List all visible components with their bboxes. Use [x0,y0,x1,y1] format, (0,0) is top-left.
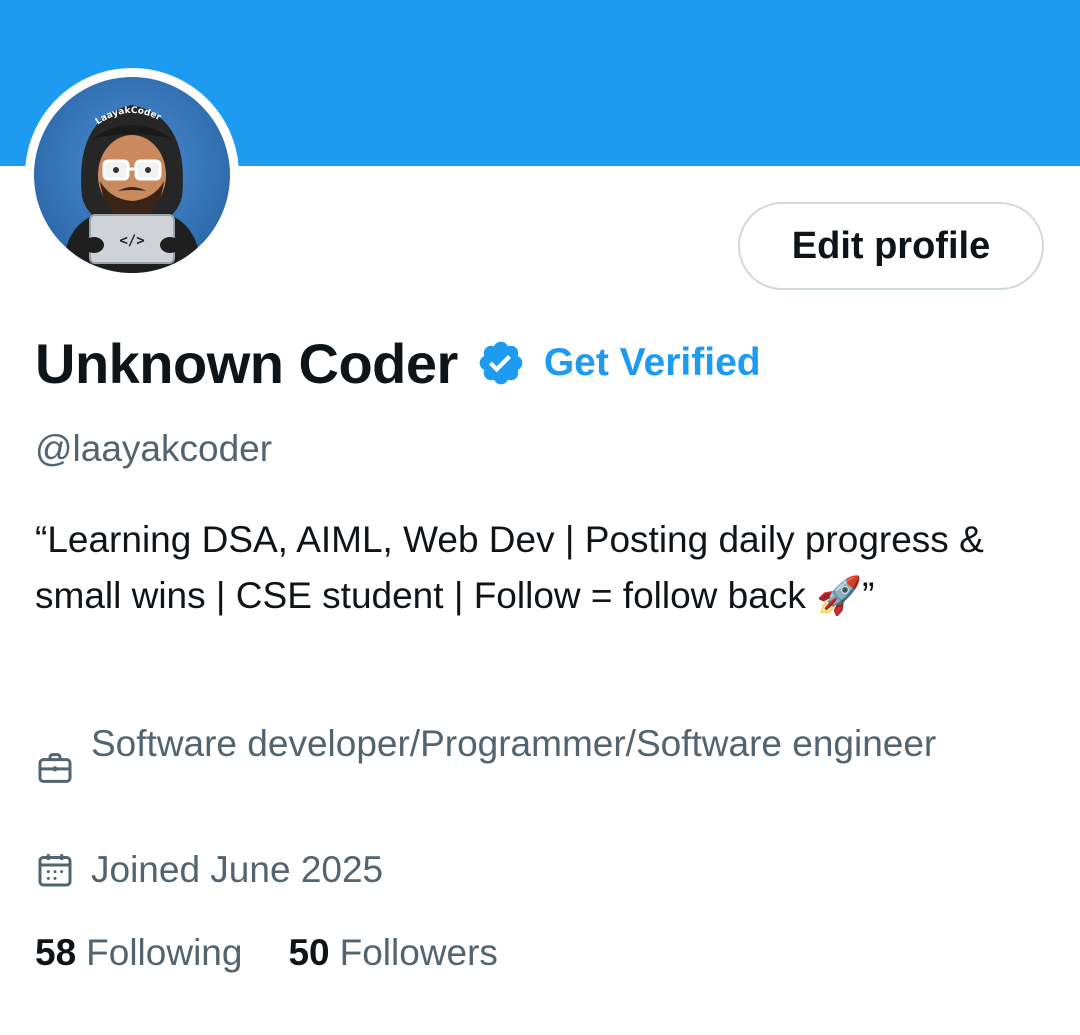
profession-row: Software developer/Programmer/Software e… [35,716,971,788]
joined-row: Joined June 2025 [35,842,971,898]
edit-profile-button[interactable]: Edit profile [738,202,1044,290]
avatar-illustration: LaayakCoder </> [34,77,230,273]
joined-date-text: Joined June 2025 [91,849,384,890]
verified-badge-icon[interactable] [476,338,526,388]
calendar-icon [35,850,75,890]
followers-count: 50 [288,932,330,973]
get-verified-link[interactable]: Get Verified [544,341,761,385]
follow-stats: 58 Following 50 Followers [35,932,498,974]
display-name: Unknown Coder [35,331,458,395]
profession-text: Software developer/Programmer/Software e… [91,723,937,764]
avatar[interactable]: LaayakCoder </> [34,77,230,273]
profile-page: LaayakCoder </> Edit profile Unknown Cod… [0,0,1080,1035]
following-link[interactable]: 58 Following [35,932,242,974]
profile-bio: “Learning DSA, AIML, Web Dev | Posting d… [35,519,995,616]
avatar-frame: LaayakCoder </> [25,68,239,282]
briefcase-icon [35,748,75,788]
followers-link[interactable]: 50 Followers [288,932,497,974]
following-count: 58 [35,932,77,973]
following-label: Following [86,932,243,973]
name-row: Unknown Coder Get Verified [35,328,761,398]
username-handle: @laayakcoder [35,428,273,469]
followers-label: Followers [339,932,498,973]
avatar-laptop-text: </> [119,233,144,249]
